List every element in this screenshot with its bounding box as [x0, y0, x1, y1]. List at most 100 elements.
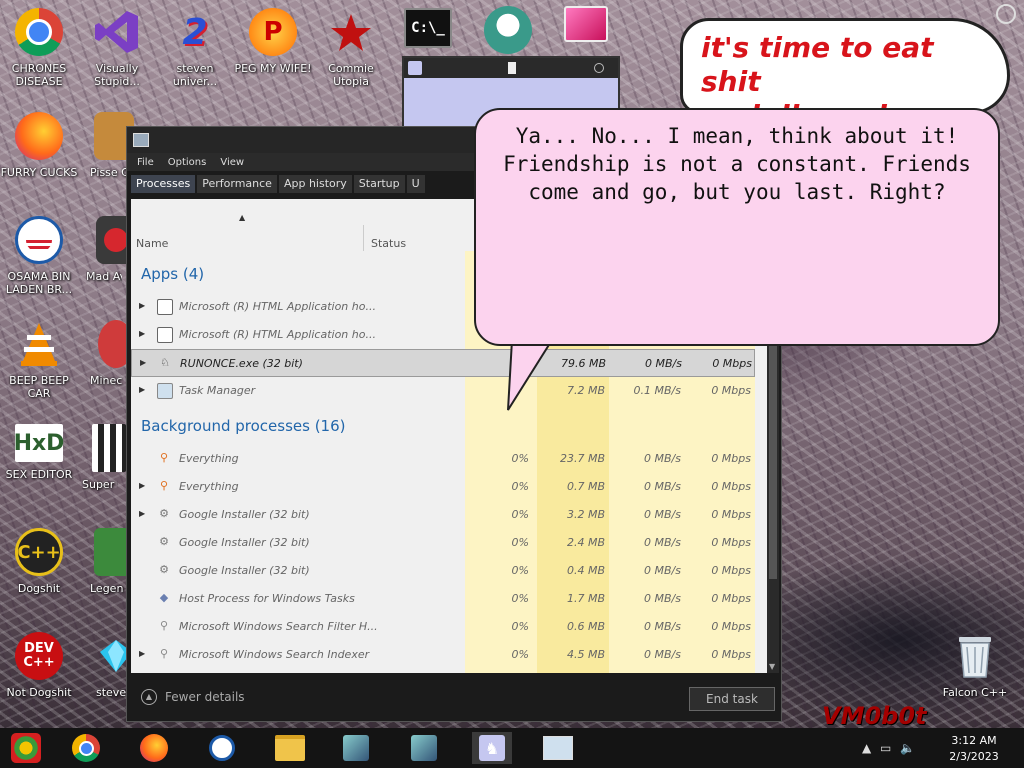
icon-label: Commie Utopia [328, 62, 374, 88]
network-icon[interactable]: ▭ [880, 741, 891, 755]
task-manager-footer: ▲ Fewer details End task [127, 681, 781, 721]
icon-label: Dogshit [17, 582, 61, 595]
desktop-icon-falcon-cpp[interactable]: Falcon C++ [936, 632, 1014, 699]
table-row[interactable]: ▶ ⚲ Microsoft Windows Search Indexer 0% … [131, 641, 755, 669]
expand-icon[interactable]: ▶ [139, 301, 145, 310]
steven-universe-icon: 2 [182, 11, 208, 53]
expand-icon[interactable]: ▶ [140, 358, 146, 367]
close-icon[interactable] [594, 63, 604, 73]
desktop-icon-cmd[interactable]: C:\_ [400, 8, 456, 48]
expand-icon[interactable]: ▶ [139, 509, 145, 518]
scroll-down-icon[interactable]: ▼ [769, 662, 775, 671]
bunny-icon: ♞ [479, 735, 505, 761]
taskbar-installer-1[interactable] [336, 732, 376, 764]
desktop-icon-visually-stupid[interactable]: Visually Stupid... [78, 8, 156, 88]
tab-users[interactable]: U [406, 175, 425, 193]
menu-view[interactable]: View [220, 157, 244, 168]
tab-performance[interactable]: Performance [197, 175, 277, 193]
devcpp-icon: DEV C++ [15, 632, 63, 680]
desktop-icon-sex-editor[interactable]: HxD SEX EDITOR [0, 424, 78, 481]
peggle-icon: P [249, 8, 297, 56]
clock-date[interactable]: 2/3/2023 [934, 750, 1014, 763]
volume-icon[interactable]: 🔈 [900, 741, 915, 755]
celebrate-banner: it's time to eat shit and die and celebr… [680, 18, 1010, 166]
hxd-text: HxD [13, 430, 65, 456]
taskbar-task-manager[interactable] [538, 732, 578, 764]
tab-processes[interactable]: Processes [131, 175, 196, 193]
taskbar-chrome[interactable] [66, 732, 106, 764]
tab-app-history[interactable]: App history [278, 175, 352, 193]
icon-label: Minec Bird [90, 374, 126, 387]
chevron-up-icon[interactable]: ▲ [862, 741, 871, 755]
installer-icon: ⚙ [159, 507, 169, 520]
desktop-icon-osama[interactable]: OSAMA BIN LADEN BR... [0, 216, 78, 296]
table-row[interactable]: ⚙ Google Installer (32 bit) 0% 2.4 MB 0 … [131, 529, 755, 557]
icon-label: Pisse Chicke [90, 166, 126, 179]
end-task-button[interactable]: End task [689, 687, 775, 711]
banner-line-1: it's time to eat shit [701, 31, 934, 98]
santa-icon [484, 6, 532, 54]
monitor-icon [564, 6, 608, 42]
bunny-app-titlebar[interactable] [404, 58, 618, 78]
table-row[interactable]: ▶ Task Manager 7.2 MB 0.1 MB/s 0 Mbps [131, 377, 755, 405]
corner-gear-icon[interactable] [996, 4, 1016, 24]
expand-icon[interactable]: ▶ [139, 481, 145, 490]
command-prompt-icon: C:\_ [404, 8, 452, 48]
taskbar-file-explorer[interactable] [270, 732, 310, 764]
column-status[interactable]: Status [371, 237, 406, 250]
menu-file[interactable]: File [137, 157, 154, 168]
task-manager-icon [543, 736, 573, 760]
clock-time[interactable]: 3:12 AM [934, 734, 1014, 747]
desktop-icon-pink-monitor[interactable] [556, 6, 616, 42]
menu-options[interactable]: Options [168, 157, 207, 168]
table-row-selected[interactable]: ▶ ♘ RUNONCE.exe (32 bit) 79.6 MB 0 MB/s … [131, 349, 755, 377]
expand-icon[interactable]: ▶ [139, 329, 145, 338]
table-row[interactable]: ⚲ Everything 0% 23.7 MB 0 MB/s 0 Mbps [131, 445, 755, 473]
super-c-icon [92, 424, 126, 472]
chevron-up-icon: ▲ [141, 689, 157, 705]
expand-icon[interactable]: ▶ [139, 385, 145, 394]
taskbar-bunny-app[interactable]: ♞ [472, 732, 512, 764]
icon-label: CHRONES DISEASE [11, 62, 67, 88]
taskbar-obama[interactable] [202, 732, 242, 764]
desktop-icon-commie-utopia[interactable]: Commie Utopia [312, 8, 390, 88]
table-row[interactable]: ▶ ⚙ Google Installer (32 bit) 0% 3.2 MB … [131, 501, 755, 529]
bubble-line-3: come and go, but you last. Right? [528, 180, 946, 204]
icon-label: Visually Stupid... [94, 62, 140, 88]
html-app-icon [157, 299, 173, 315]
desktop-icon-chrones-disease[interactable]: CHRONES DISEASE [0, 8, 78, 88]
icon-label: Falcon C++ [942, 686, 1008, 699]
table-row[interactable]: ⚲ Microsoft Windows Search Filter H... 0… [131, 613, 755, 641]
table-row[interactable]: ▶ ⚲ Everything 0% 0.7 MB 0 MB/s 0 Mbps [131, 473, 755, 501]
runonce-icon: ♘ [160, 356, 170, 369]
recycle-bin-icon [951, 632, 999, 680]
bubble-tail [507, 340, 554, 411]
table-row[interactable]: ⚙ Google Installer (32 bit) 0% 0.4 MB 0 … [131, 557, 755, 585]
desktop-icon-not-dogshit[interactable]: DEV C++ Not Dogshit [0, 632, 78, 699]
system-tray: ▲ ▭ 🔈 3:12 AM 2/3/2023 [854, 731, 1014, 765]
dogshit-icon: C++ [15, 528, 63, 576]
table-row[interactable]: ◆ Host Process for Windows Tasks 0% 1.7 … [131, 585, 755, 613]
desktop-icon-dogshit[interactable]: C++ Dogshit [0, 528, 78, 595]
taskbar-firefox[interactable] [134, 732, 174, 764]
icon-label: Legen CRYAI [90, 582, 126, 595]
desktop-icon-beep-beep-car[interactable]: BEEP BEEP CAR [0, 320, 78, 400]
column-name[interactable]: Name [136, 237, 168, 250]
expand-icon[interactable]: ▶ [139, 649, 145, 658]
obama-icon [209, 735, 235, 761]
icon-label: SEX EDITOR [5, 468, 73, 481]
installer-icon: ⚙ [159, 563, 169, 576]
desktop-icon-peg-my-wife[interactable]: P PEG MY WIFE! [234, 8, 312, 75]
desktop-icon-steven-universe[interactable]: 2 steven univer... [156, 8, 234, 89]
icon-label: Mad Av IN SPA [86, 270, 122, 283]
start-button[interactable] [6, 732, 46, 764]
desktop-icon-furry-cucks[interactable]: FURRY CUCKS [0, 112, 78, 179]
taskbar: ♞ ▲ ▭ 🔈 3:12 AM 2/3/2023 [0, 728, 1024, 768]
chrome-icon [72, 734, 100, 762]
html-app-icon [157, 327, 173, 343]
bubble-line-2: Friendship is not a constant. Friends [503, 152, 971, 176]
fewer-details-button[interactable]: ▲ Fewer details [141, 689, 245, 705]
tab-startup[interactable]: Startup [353, 175, 405, 193]
desktop-icon-santa[interactable] [478, 6, 538, 54]
taskbar-installer-2[interactable] [404, 732, 444, 764]
